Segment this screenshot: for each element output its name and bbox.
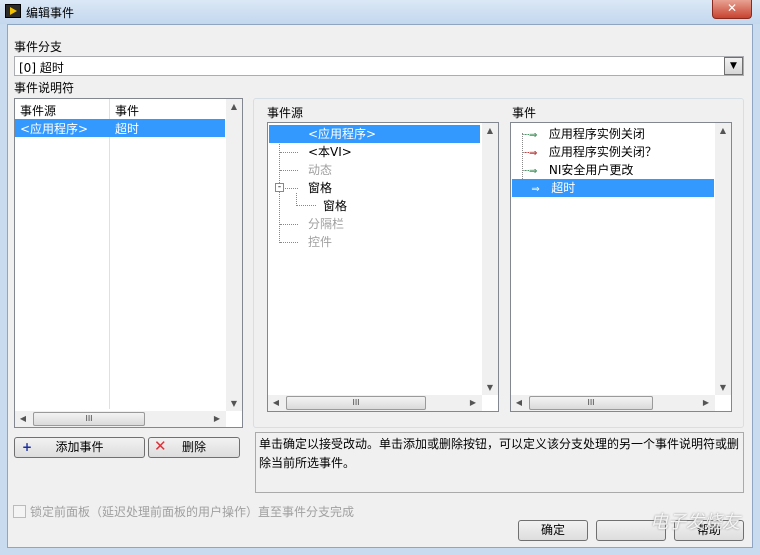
window-title: 编辑事件 [26,6,75,20]
tree-item-dynamic[interactable]: 动态 [308,161,332,179]
column-header-source[interactable]: 事件源 [20,102,56,119]
event-item-selected[interactable]: ⇒ 超时 [512,179,714,197]
description-text: 单击确定以接受改动。单击添加或删除按钮，可以定义该分支处理的另一个事件说明符或删… [255,432,744,493]
scroll-down-icon[interactable]: ▼ [715,383,731,392]
scroll-thumb[interactable]: III [286,396,426,410]
lock-panel-label: 锁定前面板（延迟处理前面板的用户操作）直至事件分支完成 [30,505,355,519]
events-label: 事件 [512,106,537,120]
scroll-down-icon[interactable]: ▼ [482,383,498,392]
plus-icon: + [22,440,33,454]
tree-line [280,224,298,225]
lock-panel-checkbox[interactable] [13,505,26,518]
sources-label: 事件源 [267,106,304,120]
delete-label: 删除 [181,440,206,454]
scroll-left-icon[interactable]: ◀ [511,398,527,407]
vertical-scrollbar[interactable]: ▲ ▼ [482,123,498,395]
scroll-right-icon[interactable]: ▶ [465,398,481,407]
title-bar: 编辑事件 ✕ [0,0,760,24]
specifiers-label: 事件说明符 [14,81,75,95]
tree-line [296,193,316,206]
column-header-event[interactable]: 事件 [115,102,139,119]
specifier-list[interactable]: 事件源 事件 <应用程序> 超时 ▲ ▼ ◀ III ▶ [14,98,243,428]
horizontal-scrollbar[interactable]: ◀ III ▶ [268,395,482,411]
scroll-right-icon[interactable]: ▶ [698,398,714,407]
add-event-label: 添加事件 [55,440,104,454]
event-item[interactable]: ┈⇒ 应用程序实例关闭 [523,125,645,143]
add-event-button[interactable]: + 添加事件 [14,437,145,458]
vertical-scrollbar[interactable]: ▲ ▼ [226,99,242,411]
scroll-left-icon[interactable]: ◀ [268,398,284,407]
tree-line [280,242,298,243]
tree-item-application[interactable]: <应用程序> [269,125,480,143]
scroll-up-icon[interactable]: ▲ [482,126,498,135]
table-row[interactable]: <应用程序> 超时 [15,119,225,137]
tree-line [280,152,298,153]
scroll-right-icon[interactable]: ▶ [209,414,225,423]
tree-item-controls[interactable]: 控件 [308,233,332,251]
watermark: 电子发烧友 [650,512,740,533]
event-item[interactable]: ┈⇒ 应用程序实例关闭？ [523,143,657,161]
scroll-left-icon[interactable]: ◀ [15,414,31,423]
event-item[interactable]: ┈⇒ NI安全用户更改 [523,161,633,179]
tree-item-this-vi[interactable]: <本VI> [308,143,352,161]
row-source: <应用程序> [20,122,89,136]
scroll-up-icon[interactable]: ▲ [715,126,731,135]
collapse-icon[interactable]: - [275,183,284,192]
x-icon: ✕ [154,437,167,455]
tree-line [285,188,298,189]
case-select[interactable]: [0] 超时 [14,56,744,76]
scroll-thumb[interactable]: III [33,412,145,426]
column-divider [109,99,110,409]
event-list[interactable]: ┈⇒ 应用程序实例关闭 ┈⇒ 应用程序实例关闭？ ┈⇒ NI安全用户更改 ⇒ 超… [510,122,732,412]
case-label: 事件分支 [14,40,63,54]
horizontal-scrollbar[interactable]: ◀ III ▶ [15,411,226,427]
vertical-scrollbar[interactable]: ▲ ▼ [715,123,731,395]
horizontal-scrollbar[interactable]: ◀ III ▶ [511,395,715,411]
event-source-tree[interactable]: <应用程序> <本VI> 动态 - 窗格 窗格 分隔栏 控件 ▲ ▼ ◀ III… [267,122,499,412]
tree-item-pane-child[interactable]: 窗格 [323,197,347,215]
tree-line [280,170,298,171]
labview-icon [5,4,21,18]
chevron-down-icon[interactable]: ▼ [724,57,743,75]
scroll-up-icon[interactable]: ▲ [226,102,242,111]
scroll-down-icon[interactable]: ▼ [226,399,242,408]
scroll-thumb[interactable]: III [529,396,653,410]
close-button[interactable]: ✕ [712,0,752,19]
tree-item-splitter[interactable]: 分隔栏 [308,215,344,233]
row-event: 超时 [115,122,140,136]
ok-button[interactable]: 确定 [518,520,588,541]
delete-button[interactable]: ✕ 删除 [148,437,240,458]
